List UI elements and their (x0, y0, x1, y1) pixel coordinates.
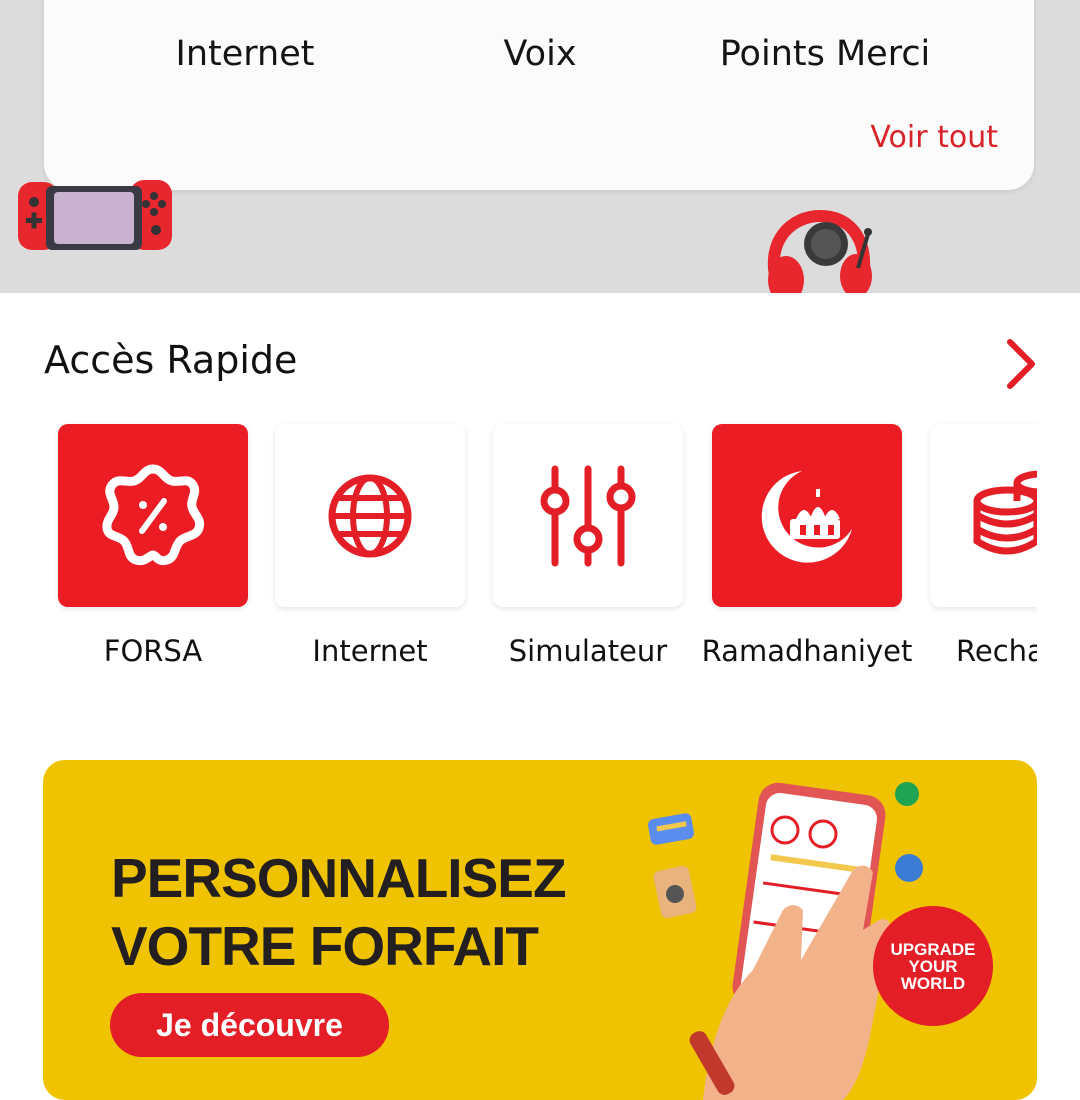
coins-icon (973, 470, 1037, 554)
points-gauge-label: Points Merci (719, 34, 931, 74)
upgrade-badge: UPGRADE YOUR WORLD (873, 906, 993, 1026)
quick-access-carousel[interactable]: FORSA Internet Simulateur Ramadhaniyet R… (44, 414, 1037, 684)
promo-title-line2: VOTRE FORFAIT (111, 915, 539, 977)
quick-access-label-simulateur: Simulateur (508, 634, 668, 668)
game-console-illustration (18, 180, 172, 250)
quick-access-label-recharge: Recha (956, 634, 1037, 668)
upgrade-badge-line1: UPGRADE (890, 939, 976, 959)
quick-access-title: Accès Rapide (44, 338, 298, 382)
quick-access-item-recharge[interactable] (930, 424, 1037, 607)
quick-access-item-forsa[interactable] (58, 424, 248, 607)
globe-icon (328, 474, 412, 557)
voice-gauge-label: Voix (503, 34, 577, 74)
see-all-link[interactable]: Voir tout (870, 120, 998, 155)
balance-card[interactable]: Internet Voix Points Merci Voir tout (44, 0, 1034, 190)
promo-banner[interactable]: PERSONNALISEZ VOTRE FORFAIT Je découvre … (43, 760, 1037, 1100)
quick-access-item-simulateur[interactable] (493, 424, 683, 607)
quick-access-item-internet[interactable] (275, 424, 465, 607)
chevron-right-icon[interactable] (1002, 336, 1040, 392)
quick-access-item-ramadhaniyet[interactable] (712, 424, 902, 607)
headset-illustration (767, 210, 872, 293)
sliders-icon (540, 465, 636, 566)
discount-badge-icon (102, 464, 205, 565)
top-section: Internet Voix Points Merci Voir tout (0, 0, 1080, 293)
upgrade-badge-line3: WORLD (900, 973, 966, 993)
internet-gauge-label: Internet (175, 34, 315, 74)
quick-access-label-forsa: FORSA (103, 634, 203, 668)
quick-access-label-internet: Internet (312, 634, 428, 668)
promo-title-line1: PERSONNALISEZ (111, 847, 567, 909)
crescent-mosque-icon (761, 470, 852, 563)
promo-title: PERSONNALISEZ VOTRE FORFAIT (111, 844, 567, 980)
quick-access-label-ramadhaniyet: Ramadhaniyet (701, 634, 913, 668)
upgrade-badge-line2: YOUR (908, 956, 958, 976)
discover-button[interactable]: Je découvre (110, 993, 389, 1057)
